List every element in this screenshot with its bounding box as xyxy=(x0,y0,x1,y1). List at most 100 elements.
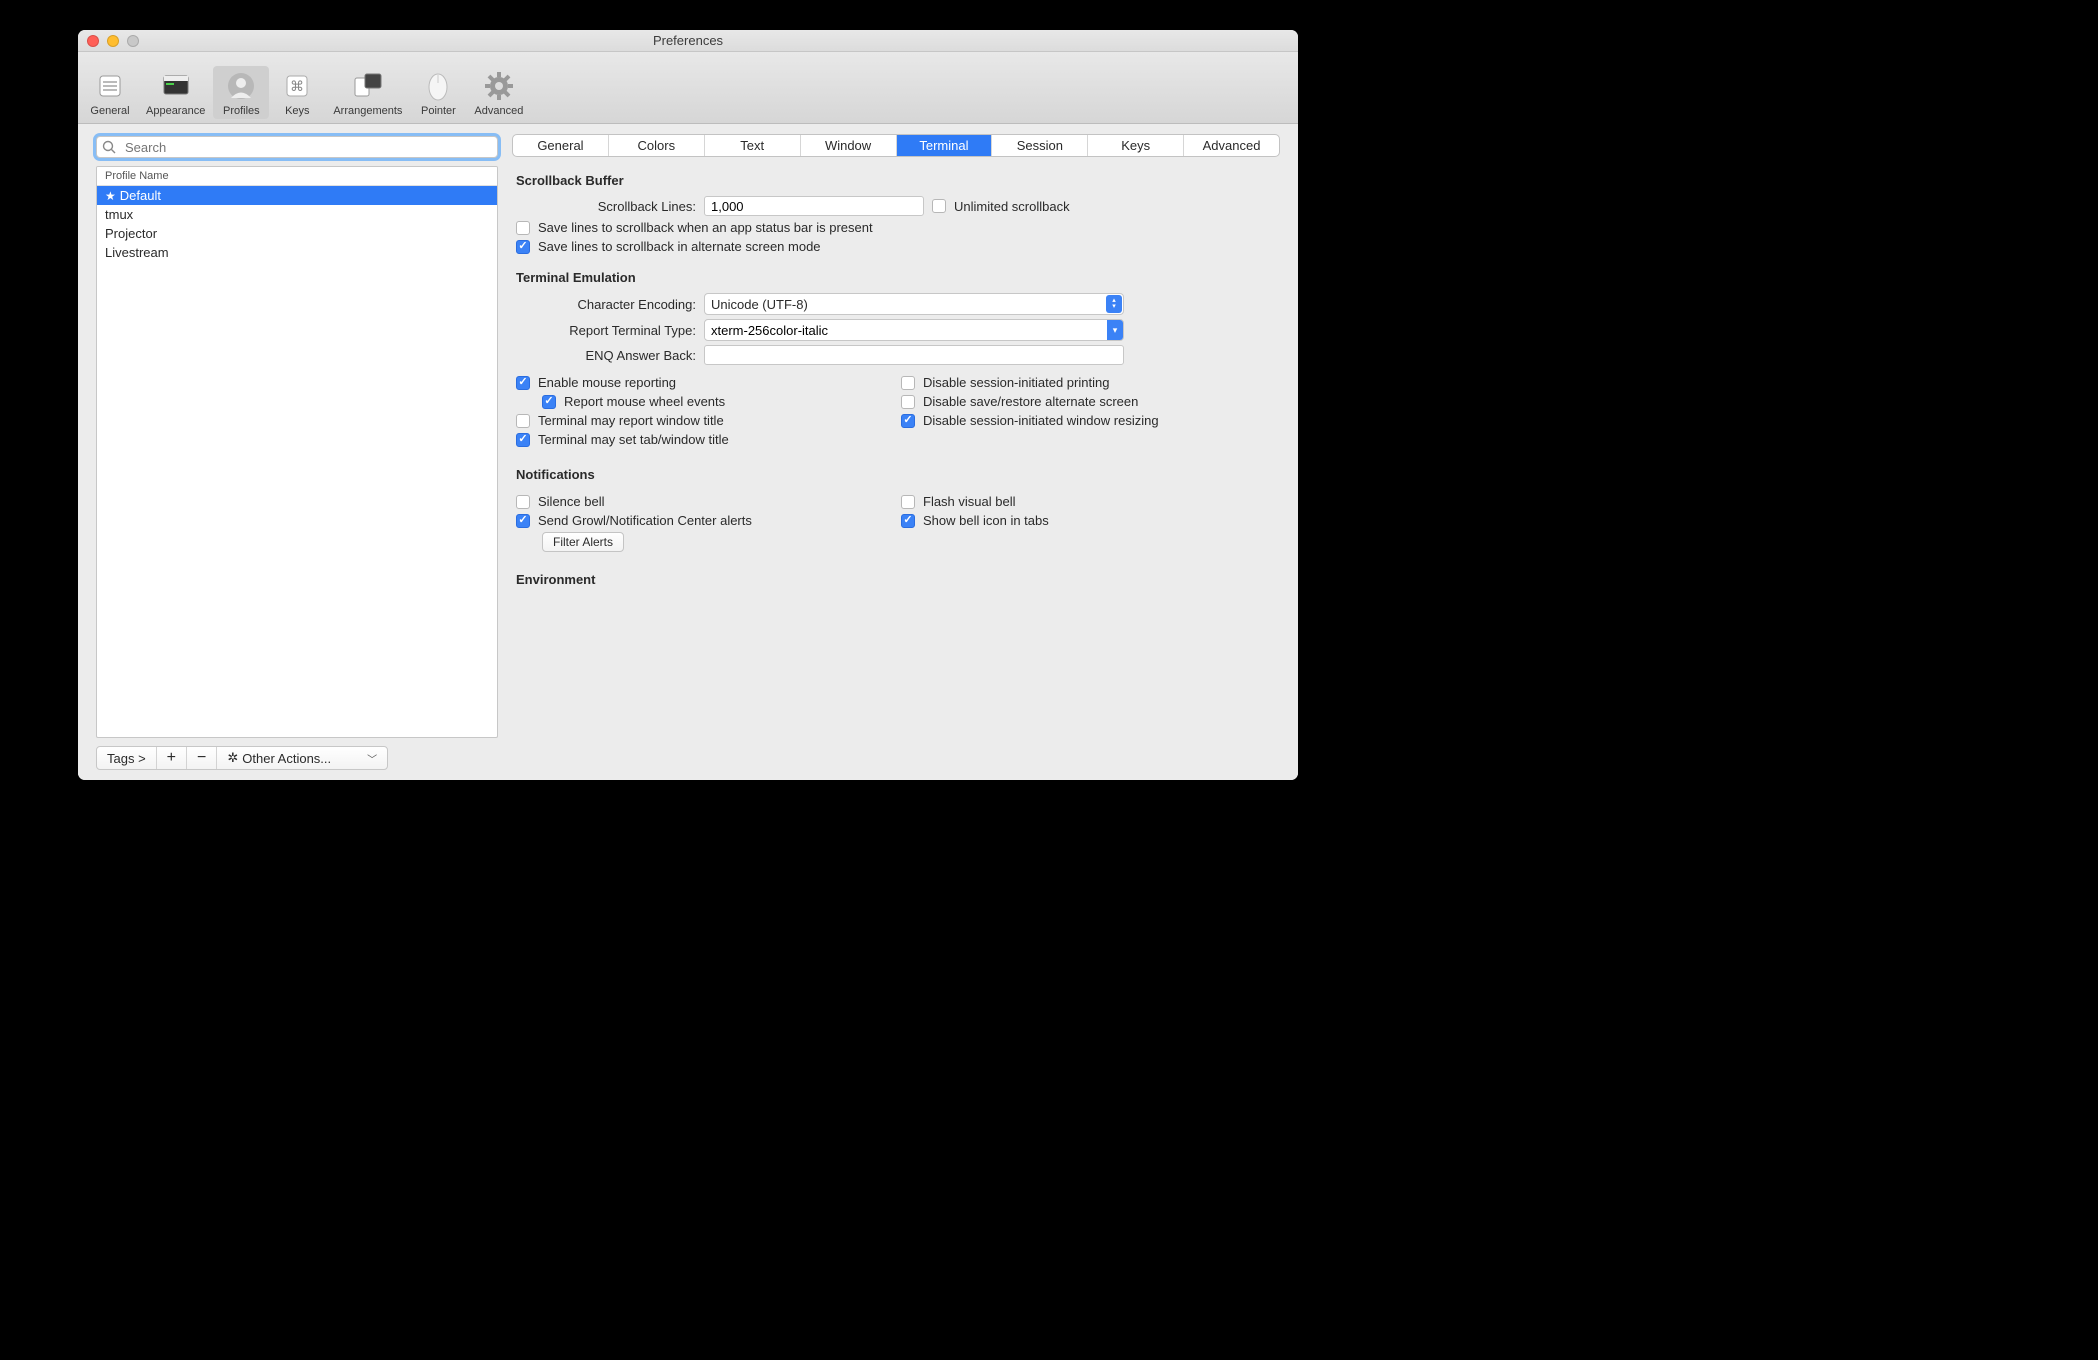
scrollback-lines-label: Scrollback Lines: xyxy=(516,199,696,214)
section-title-notifications: Notifications xyxy=(516,467,1276,482)
toolbar-label: General xyxy=(90,105,129,117)
titlebar: Preferences xyxy=(78,30,1298,52)
profile-row-projector[interactable]: Projector xyxy=(97,224,497,243)
toolbar-label: Advanced xyxy=(474,105,523,117)
toolbar-item-profiles[interactable]: Profiles xyxy=(213,66,269,119)
window-title: Preferences xyxy=(653,33,723,48)
search-wrap xyxy=(96,136,498,158)
send-growl-label: Send Growl/Notification Center alerts xyxy=(538,513,752,528)
preferences-window: Preferences General Appearance Profiles … xyxy=(78,30,1298,780)
encoding-value: Unicode (UTF-8) xyxy=(711,297,808,312)
encoding-label: Character Encoding: xyxy=(516,297,696,312)
disable-altrs-checkbox[interactable] xyxy=(901,395,915,409)
split-windows-icon xyxy=(352,70,384,102)
unlimited-scrollback-label: Unlimited scrollback xyxy=(954,199,1070,214)
profile-footer-toolbar: Tags > + − ✲ Other Actions... ﹀ xyxy=(96,746,388,770)
save-statusbar-checkbox[interactable] xyxy=(516,221,530,235)
tab-terminal[interactable]: Terminal xyxy=(897,135,993,156)
tab-text[interactable]: Text xyxy=(705,135,801,156)
disable-resize-checkbox[interactable] xyxy=(901,414,915,428)
report-type-combobox[interactable]: ▾ xyxy=(704,319,1124,341)
profile-detail: General Colors Text Window Terminal Sess… xyxy=(508,124,1298,780)
list-header: Profile Name xyxy=(97,167,497,186)
gear-icon xyxy=(483,70,515,102)
section-title-emulation: Terminal Emulation xyxy=(516,270,1276,285)
other-actions-label: Other Actions... xyxy=(242,751,331,766)
enable-mouse-checkbox[interactable] xyxy=(516,376,530,390)
unlimited-scrollback-checkbox[interactable] xyxy=(932,199,946,213)
profile-row-livestream[interactable]: Livestream xyxy=(97,243,497,262)
enq-input[interactable] xyxy=(704,345,1124,365)
report-type-label: Report Terminal Type: xyxy=(516,323,696,338)
toolbar-item-arrangements[interactable]: Arrangements xyxy=(325,66,410,119)
silence-bell-checkbox[interactable] xyxy=(516,495,530,509)
set-title-checkbox[interactable] xyxy=(516,433,530,447)
minimize-window-button[interactable] xyxy=(107,35,119,47)
toolbar-item-appearance[interactable]: Appearance xyxy=(138,66,213,119)
send-growl-checkbox[interactable] xyxy=(516,514,530,528)
toolbar-label: Appearance xyxy=(146,105,205,117)
report-title-checkbox[interactable] xyxy=(516,414,530,428)
slider-panel-icon xyxy=(94,70,126,102)
save-altscreen-label: Save lines to scrollback in alternate sc… xyxy=(538,239,821,254)
tags-button[interactable]: Tags > xyxy=(97,747,157,769)
toolbar-label: Arrangements xyxy=(333,105,402,117)
tab-advanced[interactable]: Advanced xyxy=(1184,135,1279,156)
close-window-button[interactable] xyxy=(87,35,99,47)
toolbar-item-keys[interactable]: ⌘ Keys xyxy=(269,66,325,119)
report-wheel-checkbox[interactable] xyxy=(542,395,556,409)
filter-alerts-button[interactable]: Filter Alerts xyxy=(542,532,624,552)
updown-caret-icon xyxy=(1106,295,1122,313)
section-title-scrollback: Scrollback Buffer xyxy=(516,173,1276,188)
toolbar-label: Profiles xyxy=(223,105,260,117)
zoom-window-button[interactable] xyxy=(127,35,139,47)
profile-silhouette-icon xyxy=(225,70,257,102)
remove-profile-button[interactable]: − xyxy=(187,747,217,769)
disable-print-checkbox[interactable] xyxy=(901,376,915,390)
tab-colors[interactable]: Colors xyxy=(609,135,705,156)
toolbar-item-pointer[interactable]: Pointer xyxy=(410,66,466,119)
silence-bell-label: Silence bell xyxy=(538,494,605,509)
toolbar-item-general[interactable]: General xyxy=(82,66,138,119)
toolbar-label: Pointer xyxy=(421,105,456,117)
command-key-icon: ⌘ xyxy=(281,70,313,102)
profile-row-label: Projector xyxy=(105,226,157,241)
tab-keys[interactable]: Keys xyxy=(1088,135,1184,156)
gear-icon: ✲ xyxy=(227,750,238,766)
tab-session[interactable]: Session xyxy=(992,135,1088,156)
search-input[interactable] xyxy=(96,136,498,158)
other-actions-button[interactable]: ✲ Other Actions... ﹀ xyxy=(217,747,387,769)
disable-print-label: Disable session-initiated printing xyxy=(923,375,1109,390)
profiles-sidebar: Profile Name ★ Default tmux Projector Li… xyxy=(78,124,508,780)
enable-mouse-label: Enable mouse reporting xyxy=(538,375,676,390)
toolbar-item-advanced[interactable]: Advanced xyxy=(466,66,531,119)
traffic-lights xyxy=(87,35,139,47)
save-statusbar-label: Save lines to scrollback when an app sta… xyxy=(538,220,873,235)
profile-row-default[interactable]: ★ Default xyxy=(97,186,497,205)
mouse-icon xyxy=(422,70,454,102)
tab-window[interactable]: Window xyxy=(801,135,897,156)
profile-row-tmux[interactable]: tmux xyxy=(97,205,497,224)
flash-bell-checkbox[interactable] xyxy=(901,495,915,509)
show-bell-icon-label: Show bell icon in tabs xyxy=(923,513,1049,528)
profile-row-label: Livestream xyxy=(105,245,169,260)
flash-bell-label: Flash visual bell xyxy=(923,494,1016,509)
section-title-environment: Environment xyxy=(516,572,1276,587)
save-altscreen-checkbox[interactable] xyxy=(516,240,530,254)
report-title-label: Terminal may report window title xyxy=(538,413,724,428)
scrollback-lines-input[interactable] xyxy=(704,196,924,216)
add-profile-button[interactable]: + xyxy=(157,747,187,769)
search-icon xyxy=(102,140,116,154)
encoding-select[interactable]: Unicode (UTF-8) xyxy=(704,293,1124,315)
report-type-value[interactable] xyxy=(705,322,1107,339)
toolbar-label: Keys xyxy=(285,105,309,117)
tab-general[interactable]: General xyxy=(513,135,609,156)
enq-label: ENQ Answer Back: xyxy=(516,348,696,363)
set-title-label: Terminal may set tab/window title xyxy=(538,432,729,447)
star-icon: ★ xyxy=(105,189,116,203)
show-bell-icon-checkbox[interactable] xyxy=(901,514,915,528)
disable-resize-label: Disable session-initiated window resizin… xyxy=(923,413,1159,428)
profile-tabs: General Colors Text Window Terminal Sess… xyxy=(512,134,1280,157)
profile-row-label: Default xyxy=(120,188,161,203)
profile-list: Profile Name ★ Default tmux Projector Li… xyxy=(96,166,498,738)
